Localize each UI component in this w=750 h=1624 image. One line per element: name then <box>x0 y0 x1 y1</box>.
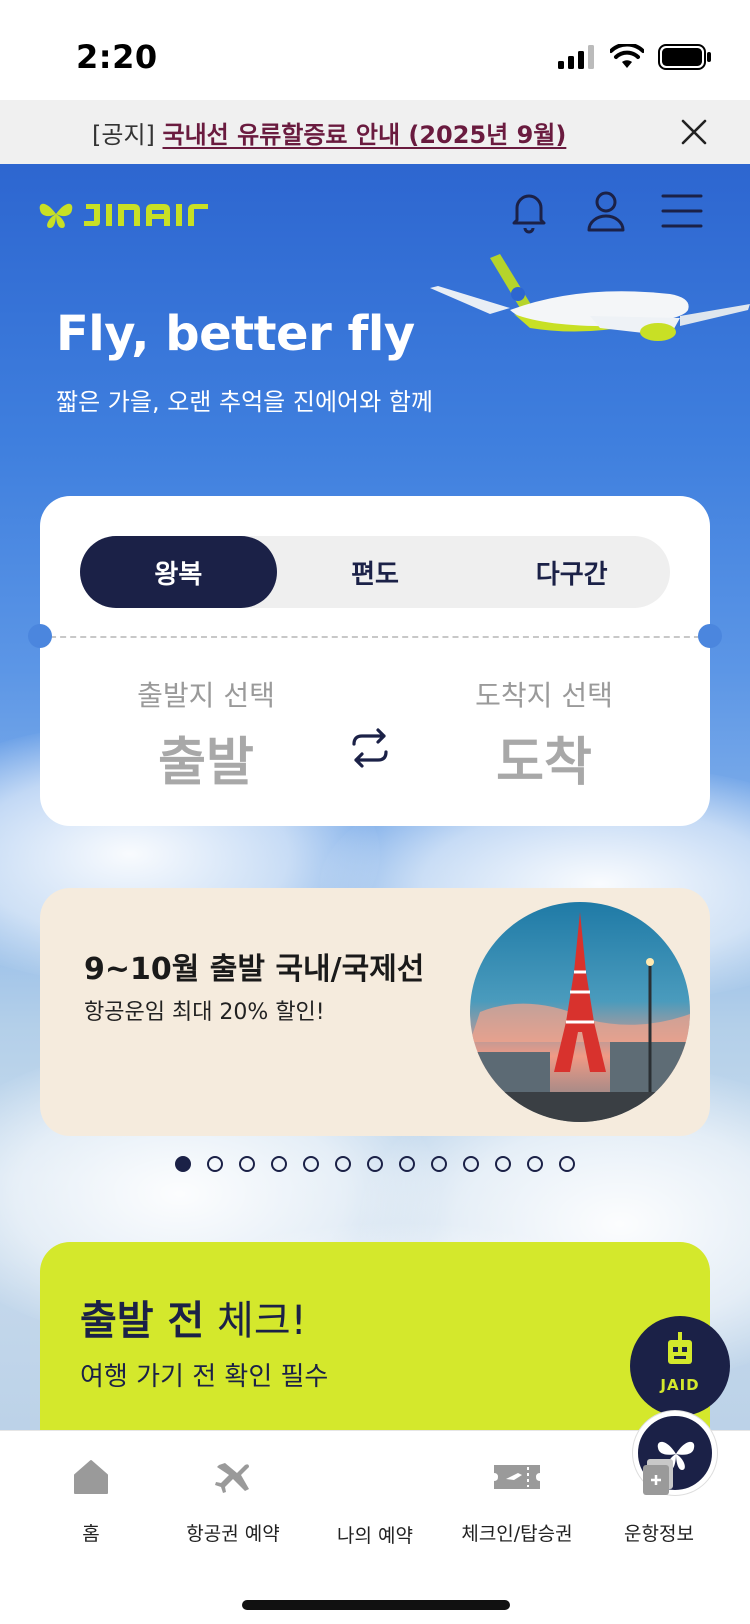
bell-icon[interactable] <box>506 188 552 234</box>
carousel-dot[interactable] <box>559 1156 575 1172</box>
carousel-dot[interactable] <box>239 1156 255 1172</box>
carousel-dot[interactable] <box>207 1156 223 1172</box>
carousel-dot[interactable] <box>175 1156 191 1172</box>
ticket-divider <box>40 636 710 638</box>
arrival-value: 도착 <box>496 733 592 793</box>
promo-title: 9~10월 출발 국내/국제선 <box>84 952 425 987</box>
bottom-tab-bar: 홈 항공권 예약 나의 예약 체크인/탑승권 운항정보 <box>0 1411 750 1624</box>
hero-section: Fly, better fly 짧은 가을, 오랜 추억을 진에어와 함께 왕복… <box>0 164 750 1430</box>
trip-type-tabs: 왕복 편도 다구간 <box>80 536 670 608</box>
cellular-signal-icon <box>558 45 594 69</box>
carousel-dot[interactable] <box>271 1156 287 1172</box>
home-indicator <box>242 1600 510 1610</box>
home-icon <box>74 1460 108 1494</box>
check-title-rest: 체크! <box>204 1298 307 1344</box>
battery-icon <box>658 44 711 70</box>
user-icon[interactable] <box>583 188 629 234</box>
arrival-label: 도착지 선택 <box>475 679 613 712</box>
tab-one-way[interactable]: 편도 <box>277 536 474 608</box>
carousel-dot[interactable] <box>367 1156 383 1172</box>
check-subtitle: 여행 가기 전 확인 필수 <box>80 1362 329 1392</box>
departure-value: 출발 <box>158 733 254 793</box>
tab-multi-city[interactable]: 다구간 <box>473 536 670 608</box>
check-title: 출발 전 체크! <box>80 1288 307 1346</box>
notice-text: [공지] 국내선 유류할증료 안내 (2025년 9월) <box>92 115 566 150</box>
notice-link[interactable]: 국내선 유류할증료 안내 (2025년 9월) <box>163 121 567 149</box>
carousel-dot[interactable] <box>431 1156 447 1172</box>
status-time: 2:20 <box>76 38 158 76</box>
jaid-chatbot-button[interactable]: JAID <box>630 1316 730 1416</box>
tab-flight-booking[interactable]: 항공권 예약 <box>158 1455 308 1546</box>
carousel-dot[interactable] <box>527 1156 543 1172</box>
carousel-pagination <box>0 1156 750 1172</box>
ticket-notch <box>698 624 722 648</box>
tab-flight-info-label: 운항정보 <box>624 1523 694 1545</box>
ticket-icon <box>494 1465 540 1489</box>
notice-banner: [공지] 국내선 유류할증료 안내 (2025년 9월) <box>0 100 750 164</box>
carousel-dot[interactable] <box>399 1156 415 1172</box>
status-bar: 2:20 <box>0 0 750 100</box>
booking-card: 왕복 편도 다구간 출발지 선택 출발 도착지 선택 도착 <box>28 496 722 826</box>
ticket-notch <box>28 624 52 648</box>
arrival-selector[interactable]: 도착지 선택 도착 <box>414 674 674 795</box>
promo-banner[interactable]: 9~10월 출발 국내/국제선 항공운임 최대 20% 할인! <box>40 888 710 1136</box>
hero-title: Fly, better fly <box>56 306 415 362</box>
tab-flight-booking-label: 항공권 예약 <box>186 1523 280 1545</box>
flight-info-icon <box>643 1459 673 1495</box>
hero-subtitle: 짧은 가을, 오랜 추억을 진에어와 함께 <box>56 388 433 416</box>
jinair-logo[interactable] <box>38 198 224 230</box>
carousel-dot[interactable] <box>303 1156 319 1172</box>
tab-my-booking[interactable]: 나의 예약 <box>300 1411 717 1548</box>
jaid-label: JAID <box>660 1376 700 1394</box>
airplane-illustration <box>430 254 750 341</box>
airplane-icon <box>215 1463 249 1493</box>
departure-label: 출발지 선택 <box>137 679 275 712</box>
carousel-dot[interactable] <box>495 1156 511 1172</box>
wifi-icon <box>610 44 644 68</box>
tab-round-trip[interactable]: 왕복 <box>80 536 277 608</box>
notice-prefix: [공지] <box>92 121 163 149</box>
tab-checkin-label: 체크인/탑승권 <box>461 1523 573 1545</box>
tab-home[interactable]: 홈 <box>16 1455 166 1546</box>
close-icon[interactable] <box>680 118 708 146</box>
tab-flight-info[interactable]: 운항정보 <box>584 1455 734 1546</box>
promo-subtitle: 항공운임 최대 20% 할인! <box>84 1000 325 1025</box>
carousel-dot[interactable] <box>335 1156 351 1172</box>
swap-icon[interactable] <box>348 728 392 768</box>
pre-departure-check-card[interactable]: 출발 전 체크! 여행 가기 전 확인 필수 <box>40 1242 710 1430</box>
robot-icon <box>668 1332 692 1364</box>
check-title-bold: 출발 전 <box>80 1298 205 1344</box>
status-icons <box>558 42 712 72</box>
carousel-dot[interactable] <box>463 1156 479 1172</box>
tab-home-label: 홈 <box>82 1523 100 1545</box>
menu-icon[interactable] <box>659 188 705 234</box>
departure-selector[interactable]: 출발지 선택 출발 <box>76 674 336 795</box>
tab-checkin[interactable]: 체크인/탑승권 <box>442 1455 592 1546</box>
tab-my-booking-label: 나의 예약 <box>337 1525 413 1547</box>
tokyo-tower-image <box>470 902 690 1122</box>
